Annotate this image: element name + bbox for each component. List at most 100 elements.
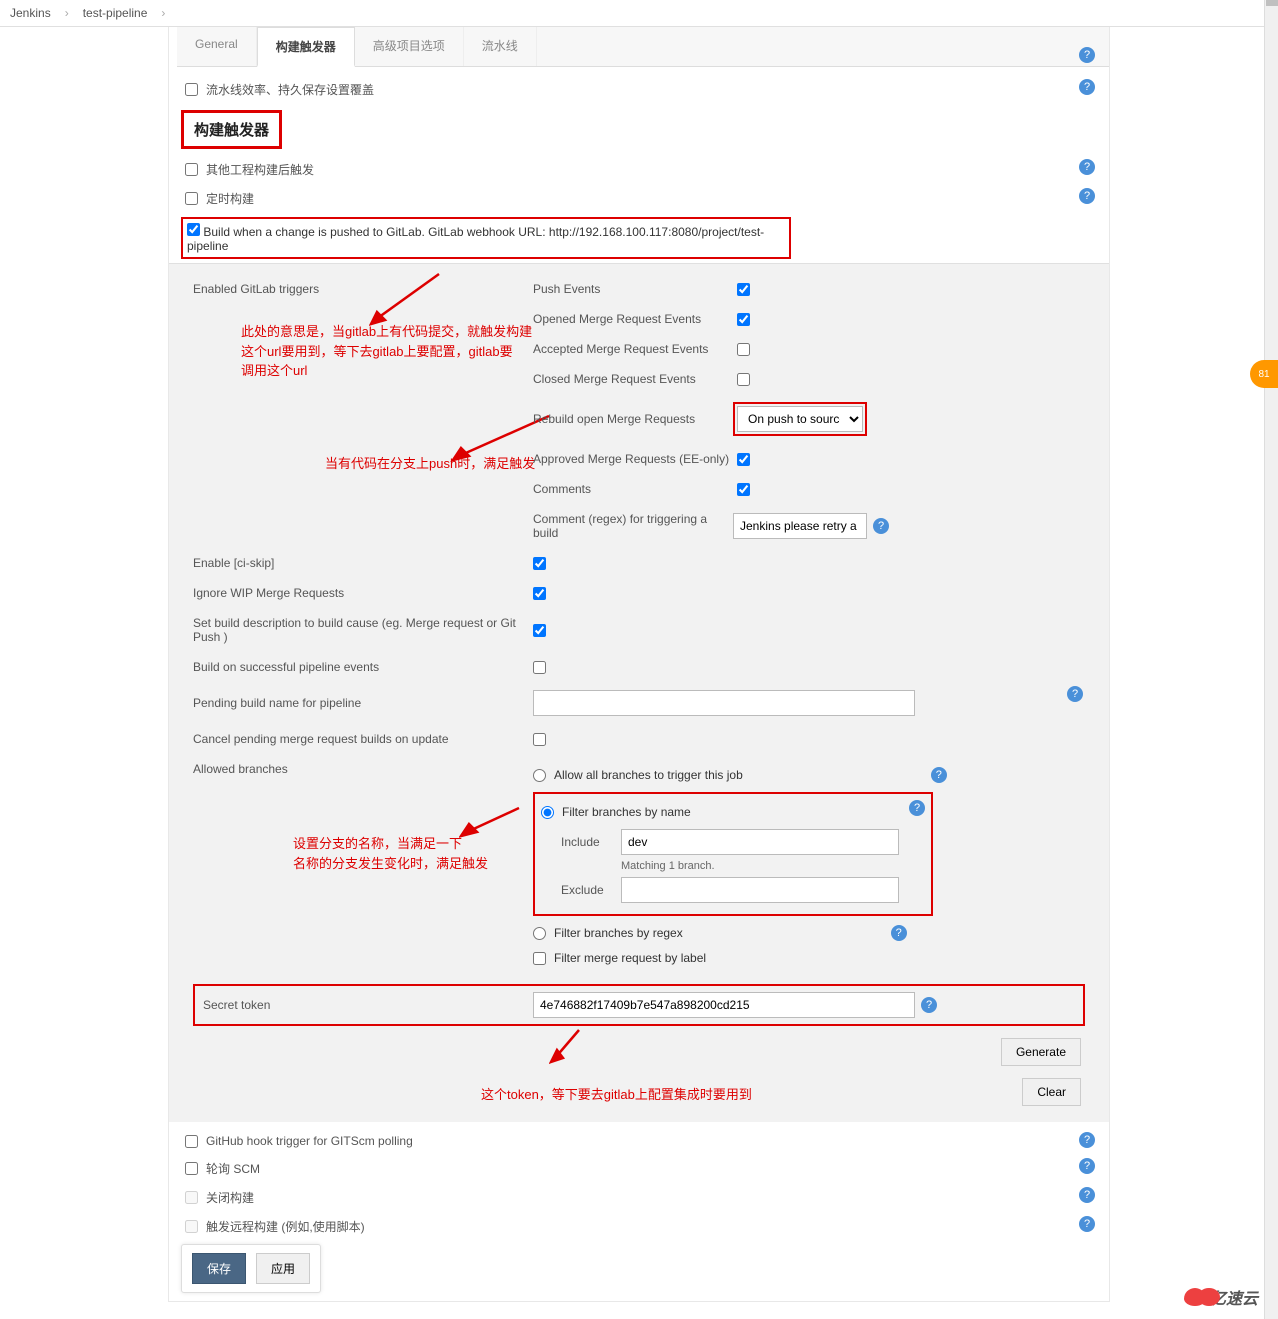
help-icon[interactable]: ? xyxy=(873,518,889,534)
section-title-triggers: 构建触发器 xyxy=(181,110,282,149)
ci-skip-label: Enable [ci-skip] xyxy=(193,556,533,570)
main-panel: General 构建触发器 高级项目选项 流水线 流水线效率、持久保存设置覆盖 … xyxy=(168,27,1110,1302)
efficiency-label: 流水线效率、持久保存设置覆盖 xyxy=(206,81,374,98)
ignore-wip-checkbox[interactable] xyxy=(533,587,546,600)
github-hook-label: GitHub hook trigger for GITScm polling xyxy=(206,1134,413,1148)
help-icon[interactable]: ? xyxy=(909,800,925,816)
opened-mr-label: Opened Merge Request Events xyxy=(533,312,733,326)
save-button[interactable]: 保存 xyxy=(192,1253,246,1284)
poll-scm-checkbox[interactable] xyxy=(185,1162,198,1175)
exclude-label: Exclude xyxy=(561,883,611,897)
cancel-pending-checkbox[interactable] xyxy=(533,733,546,746)
annotation-4: 这个token，等下要去gitlab上配置集成时要用到 xyxy=(481,1085,752,1105)
filter-by-name-radio[interactable] xyxy=(541,806,554,819)
allow-all-label: Allow all branches to trigger this job xyxy=(554,768,743,782)
breadcrumb-pipeline[interactable]: test-pipeline xyxy=(83,6,148,20)
annotation-3: 设置分支的名称，当满足一下 名称的分支发生变化时，满足触发 xyxy=(293,834,488,873)
help-icon[interactable]: ? xyxy=(931,767,947,783)
tab-general[interactable]: General xyxy=(177,27,257,66)
push-events-checkbox[interactable] xyxy=(737,283,750,296)
scrollbar-thumb[interactable] xyxy=(1266,0,1278,6)
allowed-branches-label: Allowed branches xyxy=(193,762,533,776)
filter-by-label-label: Filter merge request by label xyxy=(554,951,706,965)
comment-regex-label: Comment (regex) for triggering a build xyxy=(533,512,733,540)
tab-pipeline[interactable]: 流水线 xyxy=(464,27,537,66)
help-icon[interactable]: ? xyxy=(1079,1158,1095,1174)
generate-button[interactable]: Generate xyxy=(1001,1038,1081,1066)
timed-checkbox[interactable] xyxy=(185,192,198,205)
opened-mr-checkbox[interactable] xyxy=(737,313,750,326)
badge-81[interactable]: 81 xyxy=(1250,360,1278,388)
poll-scm-label: 轮询 SCM xyxy=(206,1160,260,1177)
closed-mr-checkbox[interactable] xyxy=(737,373,750,386)
filter-by-regex-radio[interactable] xyxy=(533,927,546,940)
set-description-checkbox[interactable] xyxy=(533,624,546,637)
rebuild-mr-label: Rebuild open Merge Requests xyxy=(533,412,733,426)
push-events-label: Push Events xyxy=(533,282,733,296)
tab-advanced[interactable]: 高级项目选项 xyxy=(355,27,464,66)
breadcrumb: Jenkins › test-pipeline › xyxy=(0,0,1278,27)
rebuild-select-box: On push to source bra xyxy=(733,402,867,436)
watermark: 亿速云 xyxy=(1184,1285,1258,1309)
after-other-label: 其他工程构建后触发 xyxy=(206,161,314,178)
comment-regex-input[interactable] xyxy=(733,513,867,539)
allow-all-radio[interactable] xyxy=(533,769,546,782)
close-build-checkbox[interactable] xyxy=(185,1191,198,1204)
help-icon[interactable]: ? xyxy=(1079,79,1095,95)
github-hook-checkbox[interactable] xyxy=(185,1135,198,1148)
gitlab-trigger-checkbox[interactable] xyxy=(187,223,200,236)
breadcrumb-separator: › xyxy=(161,6,165,20)
filter-by-label-checkbox[interactable] xyxy=(533,952,546,965)
footer-buttons: 保存 应用 xyxy=(181,1244,321,1293)
include-label: Include xyxy=(561,835,611,849)
scrollbar[interactable] xyxy=(1264,0,1278,1319)
gitlab-details: 此处的意思是，当gitlab上有代码提交，就触发构建 这个url要用到，等下去g… xyxy=(169,263,1109,1122)
accepted-mr-label: Accepted Merge Request Events xyxy=(533,342,733,356)
filter-by-regex-label: Filter branches by regex xyxy=(554,926,683,940)
breadcrumb-separator: › xyxy=(65,6,69,20)
secret-token-input[interactable] xyxy=(533,992,915,1018)
help-icon[interactable]: ? xyxy=(1079,1187,1095,1203)
remote-trigger-checkbox[interactable] xyxy=(185,1220,198,1233)
build-on-success-checkbox[interactable] xyxy=(533,661,546,674)
ci-skip-checkbox[interactable] xyxy=(533,557,546,570)
help-icon[interactable]: ? xyxy=(1079,159,1095,175)
pending-name-label: Pending build name for pipeline xyxy=(193,696,533,710)
matching-text: Matching 1 branch. xyxy=(561,860,925,872)
closed-mr-label: Closed Merge Request Events xyxy=(533,372,733,386)
form-content: 流水线效率、持久保存设置覆盖 ? 构建触发器 其他工程构建后触发 ? 定时构建 … xyxy=(169,67,1109,1301)
tab-triggers[interactable]: 构建触发器 xyxy=(257,27,355,67)
cancel-pending-label: Cancel pending merge request builds on u… xyxy=(193,732,533,746)
after-other-checkbox[interactable] xyxy=(185,163,198,176)
watermark-logo-icon xyxy=(1184,1288,1206,1306)
comments-label: Comments xyxy=(533,482,733,496)
gitlab-trigger-label: Build when a change is pushed to GitLab.… xyxy=(187,225,764,253)
secret-token-row: Secret token ? xyxy=(193,984,1085,1026)
breadcrumb-jenkins[interactable]: Jenkins xyxy=(10,6,51,20)
tabs: General 构建触发器 高级项目选项 流水线 xyxy=(177,27,1109,67)
efficiency-checkbox[interactable] xyxy=(185,83,198,96)
help-icon[interactable]: ? xyxy=(921,997,937,1013)
pending-name-input[interactable] xyxy=(533,690,915,716)
help-icon[interactable]: ? xyxy=(1067,686,1083,702)
help-icon[interactable]: ? xyxy=(891,925,907,941)
approved-mr-checkbox[interactable] xyxy=(737,453,750,466)
apply-button[interactable]: 应用 xyxy=(256,1253,310,1284)
help-icon[interactable]: ? xyxy=(1079,1216,1095,1232)
exclude-input[interactable] xyxy=(621,877,899,903)
help-icon[interactable]: ? xyxy=(1079,188,1095,204)
filter-by-name-label: Filter branches by name xyxy=(562,805,691,819)
filter-by-name-box: Filter branches by name ? Include Matchi… xyxy=(533,792,933,916)
clear-button[interactable]: Clear xyxy=(1022,1078,1081,1106)
rebuild-mr-select[interactable]: On push to source bra xyxy=(737,406,863,432)
approved-mr-label: Approved Merge Requests (EE-only) xyxy=(533,452,733,466)
build-on-success-label: Build on successful pipeline events xyxy=(193,660,533,674)
accepted-mr-checkbox[interactable] xyxy=(737,343,750,356)
include-input[interactable] xyxy=(621,829,899,855)
timed-label: 定时构建 xyxy=(206,190,254,207)
secret-token-label: Secret token xyxy=(203,998,533,1012)
comments-checkbox[interactable] xyxy=(737,483,750,496)
help-icon[interactable]: ? xyxy=(1079,47,1095,63)
close-build-label: 关闭构建 xyxy=(206,1189,254,1206)
help-icon[interactable]: ? xyxy=(1079,1132,1095,1148)
